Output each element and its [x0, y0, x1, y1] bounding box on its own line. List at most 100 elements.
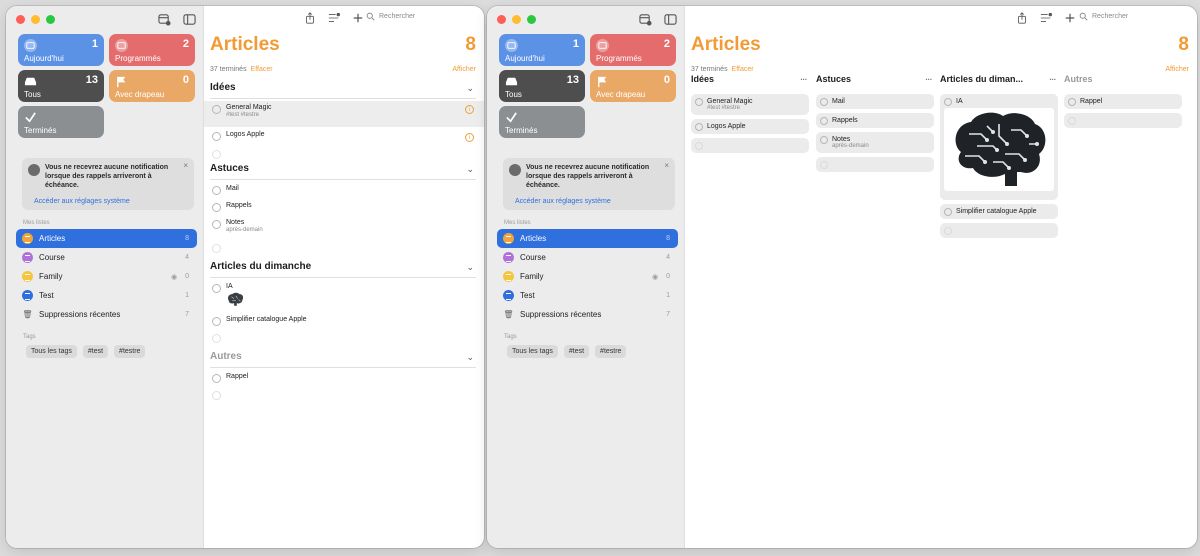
new-reminder-card[interactable]	[940, 223, 1058, 238]
sidebar-toggle-icon[interactable]	[664, 13, 677, 26]
checkbox-circle[interactable]	[820, 98, 828, 106]
checkbox-circle[interactable]	[212, 220, 221, 229]
reminder-title[interactable]: Rappel	[1080, 98, 1178, 105]
more-options-icon[interactable]: ...	[800, 73, 807, 82]
close-icon[interactable]: ×	[664, 161, 669, 170]
sidebar-item-test[interactable]: Test 1	[497, 286, 678, 305]
smart-list-all[interactable]: 13 Tous	[499, 70, 585, 102]
search-field[interactable]: Rechercher	[366, 12, 415, 21]
reminder-title[interactable]: IA	[226, 283, 476, 290]
chevron-down-icon[interactable]: ⌄	[466, 164, 474, 175]
add-icon[interactable]	[352, 12, 364, 24]
add-icon[interactable]	[1064, 12, 1076, 24]
section-header[interactable]: Idées ⌄	[210, 82, 476, 99]
sidebar-item-articles[interactable]: Articles 8	[497, 229, 678, 248]
reminder-title[interactable]: General Magic	[226, 104, 484, 111]
chevron-down-icon[interactable]: ⌄	[466, 83, 474, 94]
reminder-title[interactable]: Mail	[226, 185, 476, 192]
info-icon[interactable]: i	[465, 133, 474, 142]
checkbox-circle[interactable]	[212, 317, 221, 326]
section-header[interactable]: Autres ⌄	[210, 351, 476, 368]
show-completed-button[interactable]: Afficher	[452, 66, 476, 73]
new-reminder-card[interactable]	[691, 138, 809, 153]
reminder-row[interactable]: Notes après-demain	[210, 219, 476, 239]
sidebar-item-test[interactable]: Test 1	[16, 286, 197, 305]
reminder-card[interactable]: Rappel	[1064, 94, 1182, 109]
new-reminder-row[interactable]	[210, 333, 476, 345]
new-reminder-row[interactable]	[210, 390, 476, 402]
smart-list-today[interactable]: 1 Aujourd'hui	[499, 34, 585, 66]
checkbox-circle[interactable]	[212, 391, 221, 400]
sidebar-item-family[interactable]: Family ◉ 0	[497, 267, 678, 286]
calendar-badge-icon[interactable]	[158, 13, 171, 26]
reminder-title[interactable]: Rappels	[832, 117, 930, 124]
reminder-card[interactable]: Logos Apple	[691, 119, 809, 134]
clear-completed-button[interactable]: Effacer	[732, 66, 754, 73]
smart-list-completed[interactable]: Terminés	[499, 106, 585, 138]
smart-list-flagged[interactable]: 0 Avec drapeau	[109, 70, 195, 102]
section-header[interactable]: Astuces ⌄	[210, 163, 476, 180]
checkbox-circle[interactable]	[212, 186, 221, 195]
checkbox-circle[interactable]	[944, 227, 952, 235]
zoom-window-button[interactable]	[46, 15, 55, 24]
reminder-card[interactable]: Rappels	[816, 113, 934, 128]
sidebar-toggle-icon[interactable]	[183, 13, 196, 26]
sidebar-item-recently-deleted[interactable]: 🗑 Suppressions récentes 7	[497, 305, 678, 324]
reminder-title[interactable]: IA	[956, 98, 1054, 105]
tag-all[interactable]: Tous les tags	[507, 345, 558, 358]
close-icon[interactable]: ×	[183, 161, 188, 170]
reminder-title[interactable]: Rappels	[226, 202, 476, 209]
checkbox-circle[interactable]	[212, 334, 221, 343]
new-reminder-row[interactable]	[210, 243, 476, 255]
minimize-window-button[interactable]	[31, 15, 40, 24]
checkbox-circle[interactable]	[212, 203, 221, 212]
tag-testre[interactable]: #testre	[114, 345, 146, 358]
close-window-button[interactable]	[16, 15, 25, 24]
chevron-down-icon[interactable]: ⌄	[466, 262, 474, 273]
reminder-card[interactable]: Simplifier catalogue Apple	[940, 204, 1058, 219]
checkbox-circle[interactable]	[212, 374, 221, 383]
reminder-card[interactable]: Notes après-demain	[816, 132, 934, 153]
view-options-icon[interactable]	[1040, 12, 1052, 24]
clear-completed-button[interactable]: Effacer	[251, 66, 273, 73]
reminder-title[interactable]: Simplifier catalogue Apple	[226, 316, 476, 323]
checkbox-circle[interactable]	[820, 161, 828, 169]
reminder-title[interactable]: Simplifier catalogue Apple	[956, 208, 1054, 215]
reminder-card[interactable]: General Magic #test #testre	[691, 94, 809, 115]
search-field[interactable]: Rechercher	[1079, 12, 1128, 21]
new-reminder-row[interactable]	[210, 149, 476, 161]
sidebar-item-family[interactable]: Family ◉ 0	[16, 267, 197, 286]
smart-list-flagged[interactable]: 0 Avec drapeau	[590, 70, 676, 102]
close-window-button[interactable]	[497, 15, 506, 24]
reminder-title[interactable]: Notes	[226, 219, 476, 226]
view-options-icon[interactable]	[328, 12, 340, 24]
more-options-icon[interactable]: ...	[925, 73, 932, 82]
info-icon[interactable]: i	[465, 105, 474, 114]
smart-list-scheduled[interactable]: 2 Programmés	[590, 34, 676, 66]
share-icon[interactable]	[1016, 12, 1028, 24]
reminder-title[interactable]: Mail	[832, 98, 930, 105]
reminder-title[interactable]: General Magic	[707, 98, 805, 105]
sidebar-item-course[interactable]: Course 4	[497, 248, 678, 267]
reminder-row[interactable]: IA	[210, 283, 476, 313]
more-options-icon[interactable]: ...	[1049, 73, 1056, 82]
reminder-row[interactable]: Mail	[210, 185, 476, 198]
column-header[interactable]: Idées ...	[691, 73, 809, 88]
checkbox-circle[interactable]	[695, 123, 703, 131]
checkbox-circle[interactable]	[695, 142, 703, 150]
checkbox-circle[interactable]	[1068, 117, 1076, 125]
smart-list-today[interactable]: 1 Aujourd'hui	[18, 34, 104, 66]
system-settings-link[interactable]: Accéder aux réglages système	[34, 198, 130, 205]
reminder-title[interactable]: Notes	[832, 136, 930, 143]
sidebar-item-recently-deleted[interactable]: 🗑 Suppressions récentes 7	[16, 305, 197, 324]
smart-list-completed[interactable]: Terminés	[18, 106, 104, 138]
reminder-title[interactable]: Rappel	[226, 373, 476, 380]
brain-thumbnail-icon[interactable]	[226, 292, 244, 307]
checkbox-circle[interactable]	[212, 244, 221, 253]
minimize-window-button[interactable]	[512, 15, 521, 24]
image-attachment[interactable]	[944, 108, 1054, 191]
search-input[interactable]: Rechercher	[379, 13, 415, 20]
tag-test[interactable]: #test	[563, 345, 590, 358]
sidebar-item-course[interactable]: Course 4	[16, 248, 197, 267]
reminder-card[interactable]: IA	[940, 94, 1058, 200]
